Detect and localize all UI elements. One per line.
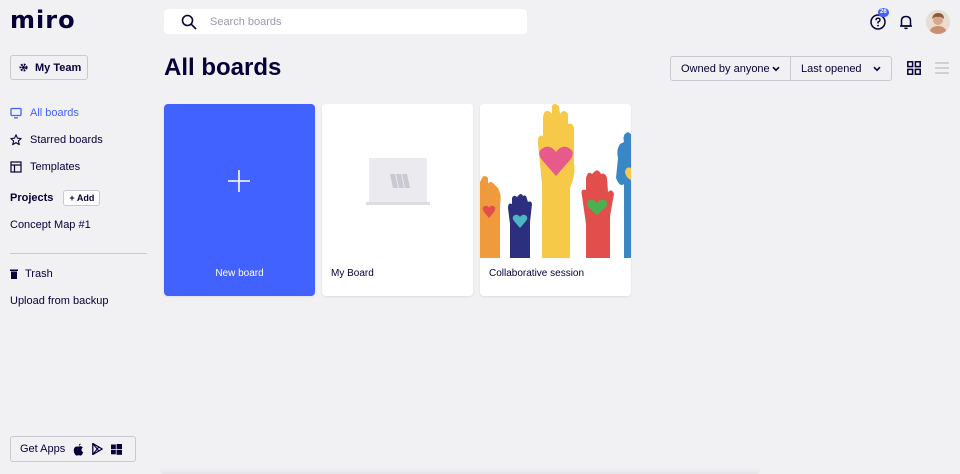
chevron-down-icon xyxy=(772,66,780,71)
grid-view-icon[interactable] xyxy=(907,61,921,75)
team-switcher-button[interactable]: My Team xyxy=(10,55,88,80)
board-grid: New board My Board Collaborative session xyxy=(164,104,638,296)
sidebar-divider xyxy=(10,253,147,254)
board-thumbnail xyxy=(322,104,473,258)
board-name: Collaborative session xyxy=(489,268,585,279)
star-icon xyxy=(10,133,22,145)
sidebar-nav: All boards Starred boards Templates xyxy=(10,99,150,180)
sidebar-item-templates[interactable]: Templates xyxy=(10,153,150,180)
owner-filter-dropdown[interactable]: Owned by anyone xyxy=(671,57,791,80)
boards-icon xyxy=(10,107,22,118)
team-label: My Team xyxy=(35,61,82,74)
sidebar-item-label: Templates xyxy=(30,160,81,173)
sidebar-item-label: All boards xyxy=(30,106,79,119)
google-play-icon[interactable] xyxy=(92,443,104,455)
chevron-down-icon xyxy=(873,66,881,71)
projects-header: Projects + Add xyxy=(10,190,101,206)
new-board-card[interactable]: New board xyxy=(164,104,315,296)
sidebar-item-all-boards[interactable]: All boards xyxy=(10,99,150,126)
gear-icon xyxy=(19,63,28,72)
board-card[interactable]: Collaborative session xyxy=(480,104,631,296)
apple-icon[interactable] xyxy=(73,443,84,456)
board-thumbnail xyxy=(480,104,631,258)
upload-from-backup-link[interactable]: Upload from backup xyxy=(10,295,108,307)
new-board-label: New board xyxy=(215,268,264,279)
search-icon xyxy=(181,14,197,30)
board-card[interactable]: My Board xyxy=(322,104,473,296)
board-filters: Owned by anyone Last opened xyxy=(670,56,892,81)
notification-badge: 26 xyxy=(878,8,889,17)
plus-icon xyxy=(228,170,250,192)
windows-icon[interactable] xyxy=(111,443,123,455)
sidebar-item-starred-boards[interactable]: Starred boards xyxy=(10,126,150,153)
get-apps-button[interactable]: Get Apps xyxy=(10,436,136,462)
get-apps-label: Get Apps xyxy=(20,443,66,455)
miro-logo[interactable]: miro xyxy=(10,6,76,34)
projects-title: Projects xyxy=(10,192,54,204)
trash-icon xyxy=(10,269,18,279)
board-name: My Board xyxy=(331,268,374,279)
avatar[interactable] xyxy=(926,10,950,34)
search-input[interactable] xyxy=(210,15,490,28)
trash-label: Trash xyxy=(25,268,53,280)
sidebar-item-label: Starred boards xyxy=(30,133,103,146)
add-project-button[interactable]: + Add xyxy=(63,190,101,206)
search-bar[interactable] xyxy=(164,9,527,34)
sort-value: Last opened xyxy=(801,62,862,75)
help-button[interactable]: 26 xyxy=(870,8,889,30)
project-item[interactable]: Concept Map #1 xyxy=(10,219,91,231)
scroll-shadow xyxy=(160,468,760,474)
owner-filter-value: Owned by anyone xyxy=(681,62,770,75)
trash-link[interactable]: Trash xyxy=(10,268,53,280)
list-view-icon[interactable] xyxy=(935,62,949,74)
page-title: All boards xyxy=(164,54,282,81)
sort-dropdown[interactable]: Last opened xyxy=(791,57,891,80)
template-icon xyxy=(10,160,22,173)
bell-icon[interactable] xyxy=(898,14,914,30)
